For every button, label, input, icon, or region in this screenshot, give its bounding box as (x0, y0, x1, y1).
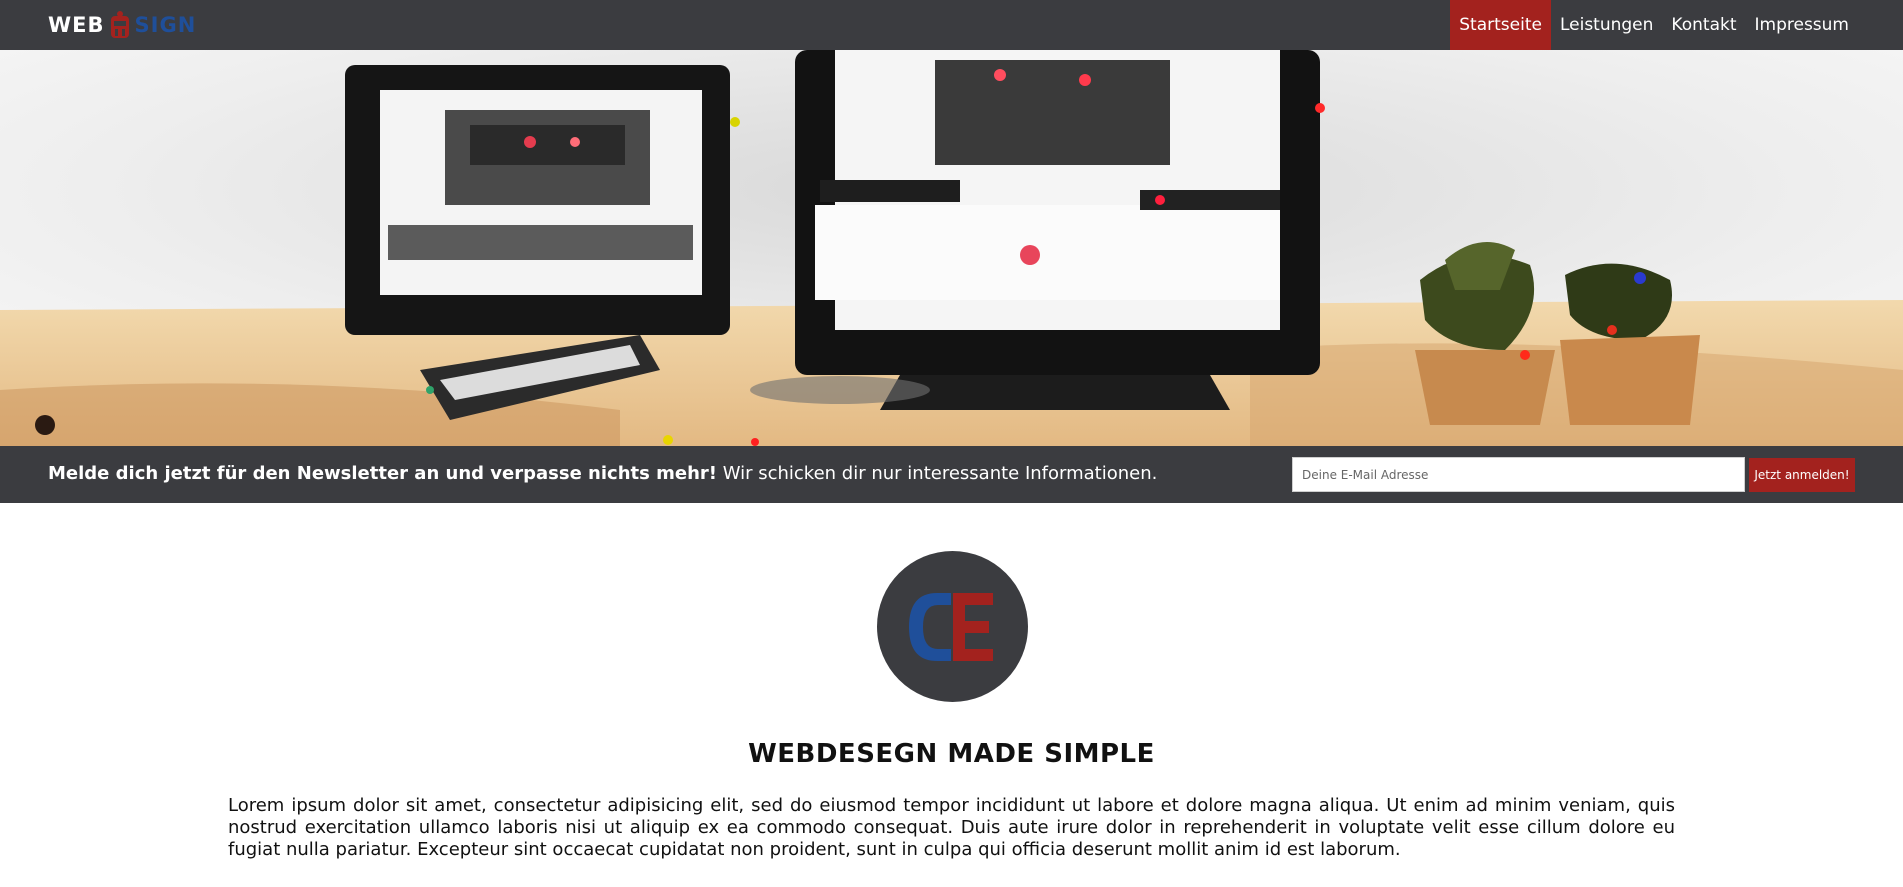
intro-paragraph: Lorem ipsum dolor sit amet, consectetur … (228, 795, 1675, 860)
logo-text-sign: SIGN (134, 13, 197, 37)
nav-item-leistungen[interactable]: Leistungen (1551, 0, 1662, 50)
email-field[interactable] (1292, 457, 1745, 492)
newsletter-text: Melde dich jetzt für den Newsletter an u… (48, 463, 1157, 484)
robot-logo-icon (110, 11, 129, 38)
logo-text-web: WEB (48, 13, 105, 37)
site-logo[interactable]: WEB SIGN (48, 10, 196, 40)
logo-badge (877, 551, 1028, 702)
hero-image (0, 50, 1903, 446)
subscribe-button[interactable]: Jetzt anmelden! (1749, 458, 1855, 492)
de-monogram-logo (908, 592, 993, 661)
nav-item-impressum[interactable]: Impressum (1746, 0, 1859, 50)
nav-item-kontakt[interactable]: Kontakt (1662, 0, 1745, 50)
newsletter-bar: Melde dich jetzt für den Newsletter an u… (0, 446, 1903, 503)
nav-item-startseite[interactable]: Startseite (1450, 0, 1551, 50)
top-navbar: WEB SIGN Startseite Leistungen Kontakt I… (0, 0, 1903, 50)
workspace-illustration (0, 50, 1903, 446)
page-title: WEBDESEGN MADE SIMPLE (748, 739, 1155, 769)
newsletter-subtext: Wir schicken dir nur interessante Inform… (716, 463, 1158, 484)
main-nav: Startseite Leistungen Kontakt Impressum (1450, 0, 1858, 50)
newsletter-headline: Melde dich jetzt für den Newsletter an u… (48, 463, 717, 484)
